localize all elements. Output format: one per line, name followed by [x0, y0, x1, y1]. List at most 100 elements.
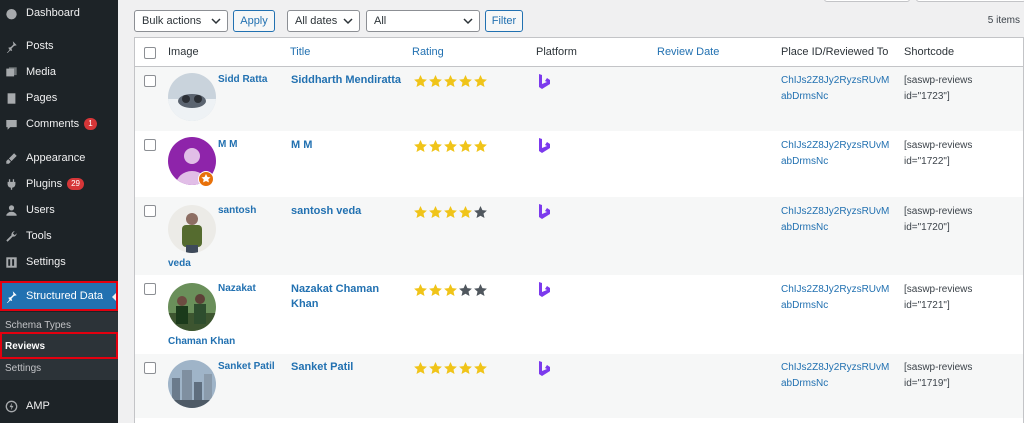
- reviewer-avatar: [168, 360, 216, 408]
- table-row: Nazakat Chaman Khan Nazakat Chaman Khan …: [135, 275, 1023, 354]
- sidebar-item-amp[interactable]: AMP: [0, 393, 118, 419]
- reviewer-name-link[interactable]: Sidd Ratta: [218, 74, 267, 85]
- column-header-rating[interactable]: Rating: [412, 46, 444, 58]
- star-filled-icon: [414, 362, 427, 374]
- bing-platform-icon: [539, 138, 550, 153]
- sidebar-item-label: Dashboard: [26, 7, 80, 19]
- column-header-image: Image: [168, 46, 199, 58]
- star-filled-icon: [459, 206, 472, 218]
- star-filled-icon: [444, 140, 457, 152]
- shortcode-text: [saswp-reviews id="1723"]: [904, 75, 973, 102]
- sidebar-item-label: Plugins: [26, 178, 63, 190]
- reviewer-name-link-continued[interactable]: Chaman Khan: [168, 336, 235, 347]
- column-header-title[interactable]: Title: [290, 46, 310, 58]
- star-filled-icon: [429, 206, 442, 218]
- reviewer-name-link[interactable]: Sanket Patil: [218, 361, 275, 372]
- star-filled-icon: [444, 284, 457, 296]
- star-filled-icon: [414, 140, 427, 152]
- row-checkbox[interactable]: [144, 139, 156, 151]
- bing-platform-icon: [539, 282, 550, 297]
- sidebar-item-label: Users: [26, 204, 55, 216]
- filter-button[interactable]: Filter: [485, 10, 523, 32]
- reviewer-name-link[interactable]: santosh: [218, 205, 256, 216]
- chevron-down-icon: [463, 18, 473, 25]
- star-filled-icon: [429, 140, 442, 152]
- column-header-review-date[interactable]: Review Date: [657, 46, 719, 58]
- sidebar-item-label: Posts: [26, 40, 54, 52]
- star-filled-icon: [444, 75, 457, 87]
- rating-stars: [413, 361, 488, 376]
- search-box-partial[interactable]: [916, 0, 1024, 2]
- row-checkbox[interactable]: [144, 283, 156, 295]
- apply-button[interactable]: Apply: [233, 10, 275, 32]
- platform-filter-select[interactable]: All: [366, 10, 480, 32]
- reviewer-name-link[interactable]: Nazakat: [218, 283, 256, 294]
- star-filled-icon: [444, 206, 457, 218]
- reviewer-name-link[interactable]: M M: [218, 139, 237, 150]
- wrench-icon: [4, 229, 18, 243]
- review-title-link[interactable]: Sanket Patil: [291, 360, 403, 375]
- sidebar-item-tools[interactable]: Tools: [0, 223, 118, 249]
- sidebar-item-users[interactable]: Users: [0, 197, 118, 223]
- admin-sidebar: Dashboard Posts Media Pages Comments 1 A…: [0, 0, 118, 423]
- amp-icon: [4, 399, 18, 413]
- rating-stars: [413, 205, 488, 220]
- screen-options-tab[interactable]: [824, 0, 910, 2]
- comments-count-badge: 1: [84, 118, 97, 130]
- place-id-link[interactable]: ChIJs2Z8Jy2RyzsRUvMabDrmsNc: [781, 360, 891, 392]
- sidebar-item-posts[interactable]: Posts: [0, 33, 118, 59]
- plugins-update-badge: 29: [67, 178, 84, 190]
- star-filled-icon: [459, 362, 472, 374]
- sidebar-item-label: Media: [26, 66, 56, 78]
- sidebar-item-appearance[interactable]: Appearance: [0, 145, 118, 171]
- row-checkbox[interactable]: [144, 362, 156, 374]
- place-id-link[interactable]: ChIJs2Z8Jy2RyzsRUvMabDrmsNc: [781, 73, 891, 105]
- sidebar-item-comments[interactable]: Comments 1: [0, 111, 118, 137]
- highlight-box-reviews: [0, 332, 118, 359]
- star-filled-icon: [474, 75, 487, 87]
- review-title-link[interactable]: Siddharth Mendiratta: [291, 73, 403, 88]
- dates-filter-select[interactable]: All dates: [287, 10, 360, 32]
- platform-filter-label: All: [374, 15, 387, 27]
- star-filled-icon: [414, 75, 427, 87]
- place-id-link[interactable]: ChIJs2Z8Jy2RyzsRUvMabDrmsNc: [781, 282, 891, 314]
- sidebar-item-label: Settings: [26, 256, 66, 268]
- sidebar-item-pages[interactable]: Pages: [0, 85, 118, 111]
- sidebar-item-label: AMP: [26, 400, 50, 412]
- sidebar-item-label: Appearance: [26, 152, 86, 164]
- table-row: Sanket Patil Sanket Patil ChIJs2Z8Jy2Ryz…: [135, 354, 1023, 418]
- select-all-checkbox[interactable]: [144, 47, 156, 59]
- sidebar-item-dashboard[interactable]: Dashboard: [0, 0, 118, 26]
- place-id-link[interactable]: ChIJs2Z8Jy2RyzsRUvMabDrmsNc: [781, 204, 891, 236]
- sidebar-item-settings[interactable]: Settings: [0, 249, 118, 275]
- star-empty-icon: [474, 206, 487, 218]
- pin-icon: [4, 39, 18, 53]
- review-title-link[interactable]: Nazakat Chaman Khan: [291, 282, 403, 312]
- user-icon: [4, 203, 18, 217]
- row-checkbox[interactable]: [144, 205, 156, 217]
- highlight-box-structured-data: [0, 281, 118, 311]
- sidebar-item-media[interactable]: Media: [0, 59, 118, 85]
- reviewer-name-link-continued[interactable]: veda: [168, 258, 191, 269]
- star-filled-icon: [429, 75, 442, 87]
- sidebar-item-label: Tools: [26, 230, 52, 242]
- bing-platform-icon: [539, 361, 550, 376]
- star-empty-icon: [459, 284, 472, 296]
- shortcode-text: [saswp-reviews id="1719"]: [904, 362, 973, 389]
- rating-stars: [413, 74, 488, 89]
- review-title-link[interactable]: M M: [291, 138, 403, 153]
- star-filled-icon: [474, 362, 487, 374]
- bulk-actions-label: Bulk actions: [142, 15, 202, 27]
- bulk-actions-select[interactable]: Bulk actions: [134, 10, 228, 32]
- chevron-down-icon: [343, 18, 353, 25]
- settings-icon: [4, 255, 18, 269]
- dates-filter-label: All dates: [295, 15, 338, 27]
- review-title-link[interactable]: santosh veda: [291, 204, 403, 219]
- row-checkbox[interactable]: [144, 75, 156, 87]
- table-row: Sidd Ratta Siddharth Mendiratta ChIJs2Z8…: [135, 67, 1023, 131]
- place-id-link[interactable]: ChIJs2Z8Jy2RyzsRUvMabDrmsNc: [781, 138, 891, 170]
- star-filled-icon: [429, 362, 442, 374]
- submenu-item-schema-types[interactable]: Schema Types: [5, 320, 71, 331]
- sidebar-item-plugins[interactable]: Plugins 29: [0, 171, 118, 197]
- submenu-item-settings[interactable]: Settings: [5, 363, 41, 374]
